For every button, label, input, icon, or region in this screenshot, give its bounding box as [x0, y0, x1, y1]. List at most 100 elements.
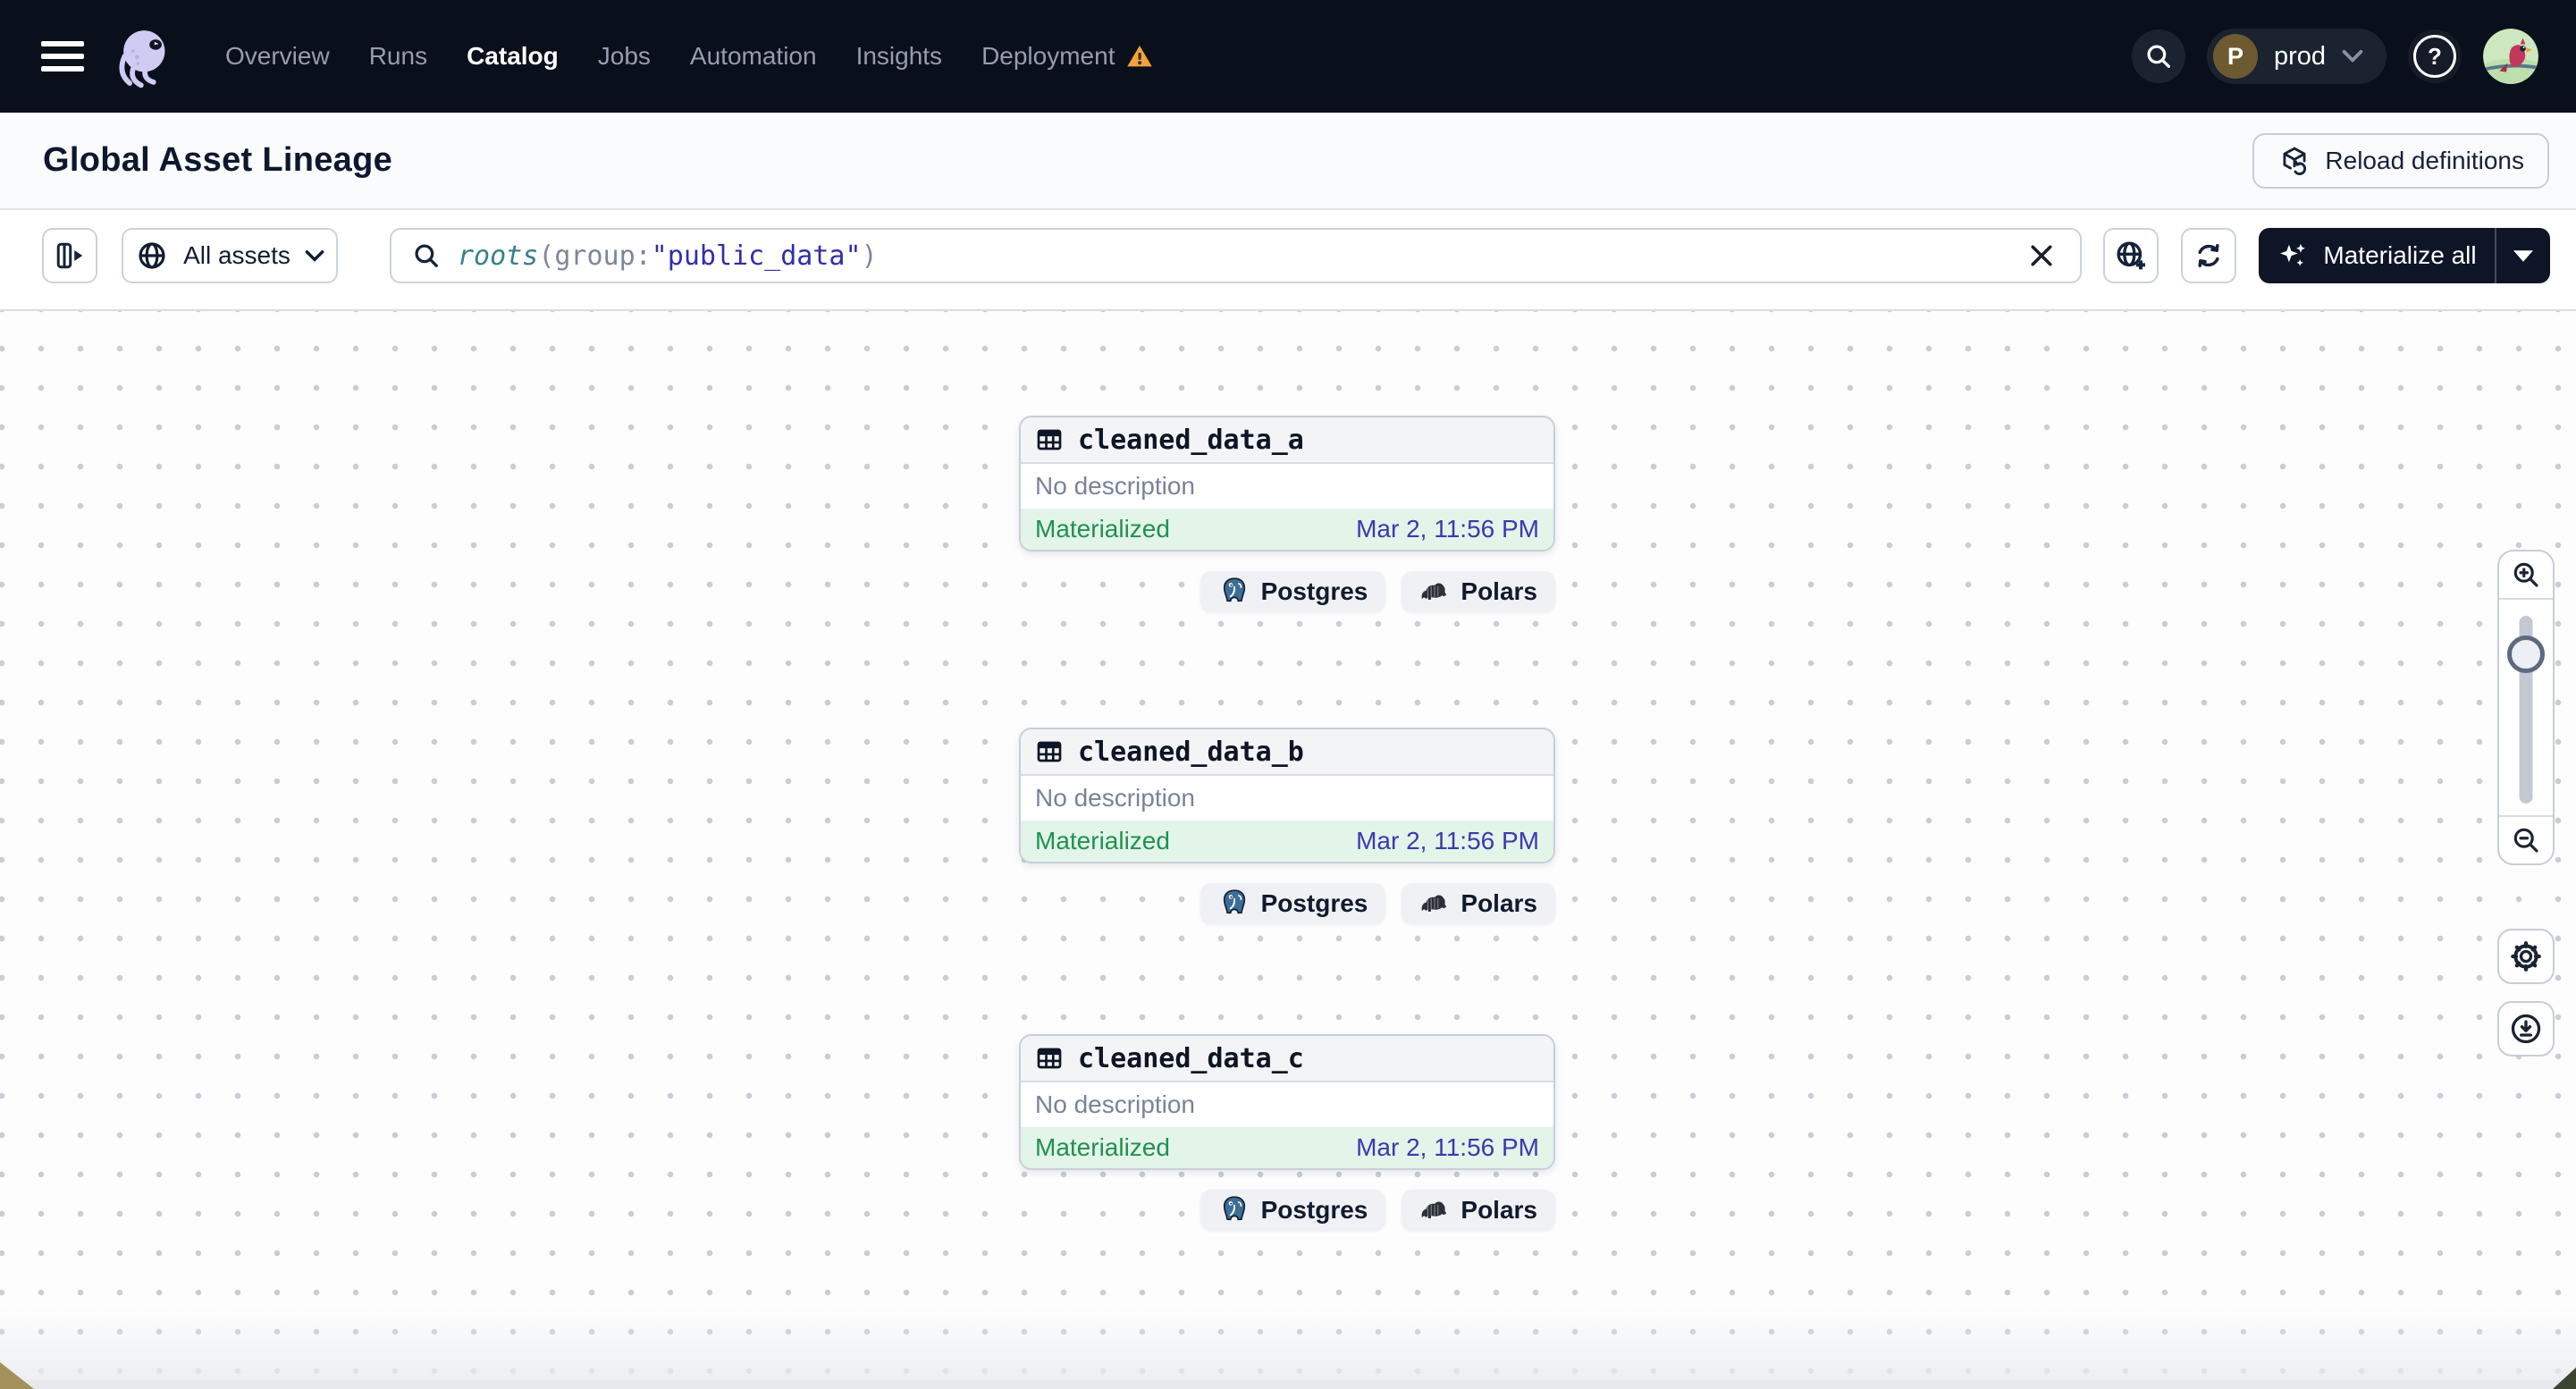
chevron-down-icon: [305, 249, 324, 263]
zoom-out-button[interactable]: [2499, 817, 2553, 863]
asset-scope-dropdown[interactable]: All assets: [122, 228, 338, 283]
user-avatar[interactable]: [2483, 29, 2538, 84]
tag-label: Polars: [1461, 1196, 1537, 1224]
asset-node-group: cleaned_data_a No description Materializ…: [1019, 416, 1555, 612]
close-icon: [2028, 242, 2055, 269]
search-icon: [411, 240, 442, 271]
asset-node-group: cleaned_data_c No description Materializ…: [1019, 1034, 1555, 1231]
zoom-control-panel: [2497, 550, 2555, 865]
asset-description: No description: [1035, 472, 1195, 500]
nav-item-insights[interactable]: Insights: [856, 42, 943, 71]
tag-postgres[interactable]: Postgres: [1200, 883, 1386, 924]
materialization-timestamp[interactable]: Mar 2, 11:56 PM: [1356, 515, 1539, 543]
polars-icon: [1419, 582, 1450, 602]
expand-sidebar-button[interactable]: [42, 228, 97, 283]
tag-postgres[interactable]: Postgres: [1200, 571, 1386, 612]
asset-status-bar: Materialized Mar 2, 11:56 PM: [1021, 509, 1553, 550]
cube-reload-icon: [2277, 144, 2311, 178]
nav-item-overview[interactable]: Overview: [225, 42, 330, 71]
asset-node-cleaned-data-a[interactable]: cleaned_data_a No description Materializ…: [1019, 416, 1555, 551]
zoom-in-icon: [2510, 559, 2542, 591]
tag-label: Postgres: [1260, 1196, 1368, 1224]
tag-polars[interactable]: Polars: [1402, 571, 1555, 612]
materialization-timestamp[interactable]: Mar 2, 11:56 PM: [1356, 1133, 1539, 1162]
query-open-paren: (: [538, 240, 555, 272]
tag-label: Postgres: [1260, 577, 1368, 605]
nav-item-jobs[interactable]: Jobs: [598, 42, 651, 71]
query-key: group:: [554, 240, 652, 272]
asset-node-cleaned-data-c[interactable]: cleaned_data_c No description Materializ…: [1019, 1034, 1555, 1170]
caret-down-icon: [2513, 249, 2533, 262]
postgres-icon: [1218, 888, 1250, 920]
graph-settings-button[interactable]: [2497, 929, 2555, 984]
warning-icon: [1125, 42, 1154, 71]
environment-switcher[interactable]: P prod: [2206, 29, 2387, 84]
asset-node-header: cleaned_data_c: [1021, 1036, 1553, 1082]
reload-definitions-label: Reload definitions: [2325, 146, 2524, 174]
tag-polars[interactable]: Polars: [1402, 1190, 1555, 1231]
status-badge: Materialized: [1035, 1133, 1170, 1161]
materialization-timestamp[interactable]: Mar 2, 11:56 PM: [1356, 827, 1539, 855]
tag-postgres[interactable]: Postgres: [1200, 1190, 1386, 1231]
query-string-value: "public_data": [651, 240, 862, 272]
asset-name: cleaned_data_b: [1078, 736, 1304, 768]
top-navbar: Overview Runs Catalog Jobs Automation In…: [0, 0, 2576, 113]
polars-icon: [1419, 894, 1450, 914]
user-avatar-bird: [2483, 29, 2538, 84]
canvas-corner-decoration-right: [2553, 1368, 2576, 1389]
global-search-button[interactable]: [2131, 29, 2185, 83]
navbar-right-cluster: P prod ?: [2131, 29, 2538, 84]
postgres-icon: [1218, 576, 1250, 608]
asset-description: No description: [1035, 784, 1195, 812]
globe-add-icon: [2113, 238, 2149, 274]
clear-query-button[interactable]: [2023, 237, 2060, 274]
refresh-button[interactable]: [2181, 228, 2236, 283]
nav-item-automation[interactable]: Automation: [690, 42, 817, 71]
materialize-all-button[interactable]: Materialize all: [2259, 228, 2495, 283]
tag-label: Polars: [1461, 889, 1537, 917]
hamburger-menu-button[interactable]: [41, 41, 84, 72]
download-image-button[interactable]: [2497, 1001, 2555, 1056]
asset-selection-input[interactable]: roots(group: "public_data"): [390, 228, 2082, 283]
asset-selection-query: roots(group: "public_data"): [458, 240, 878, 272]
download-icon: [2508, 1011, 2544, 1047]
query-close-paren: ): [861, 240, 878, 272]
nav-item-runs[interactable]: Runs: [369, 42, 427, 71]
hamburger-icon: [41, 41, 84, 46]
dagster-octopus-logo[interactable]: [109, 23, 175, 89]
environment-badge: P: [2212, 34, 2258, 79]
search-icon: [2143, 41, 2174, 72]
page-header: Global Asset Lineage Reload definitions: [0, 113, 2576, 210]
asset-scope-label: All assets: [183, 241, 290, 269]
gear-icon: [2508, 939, 2544, 974]
page-title: Global Asset Lineage: [43, 141, 393, 179]
nav-item-deployment[interactable]: Deployment: [981, 42, 1154, 71]
asset-node-header: cleaned_data_a: [1021, 417, 1553, 464]
materialize-all-split-button: Materialize all: [2259, 228, 2550, 283]
canvas-bottom-fade: [0, 1309, 2576, 1389]
materialize-all-label: Materialize all: [2323, 241, 2477, 269]
zoom-out-icon: [2510, 824, 2542, 856]
reload-definitions-button[interactable]: Reload definitions: [2252, 132, 2549, 189]
status-badge: Materialized: [1035, 515, 1170, 543]
canvas-bottom-edge: [0, 1380, 2576, 1389]
table-icon: [1035, 737, 1064, 766]
asset-node-header: cleaned_data_b: [1021, 729, 1553, 776]
asset-description: No description: [1035, 1090, 1195, 1118]
zoom-in-button[interactable]: [2499, 551, 2553, 598]
asset-status-bar: Materialized Mar 2, 11:56 PM: [1021, 821, 1553, 862]
asset-tags-row: Postgres Polars: [1019, 571, 1555, 612]
table-icon: [1035, 1044, 1064, 1073]
asset-name: cleaned_data_c: [1078, 1042, 1304, 1074]
tag-polars[interactable]: Polars: [1402, 883, 1555, 924]
asset-node-cleaned-data-b[interactable]: cleaned_data_b No description Materializ…: [1019, 728, 1555, 863]
lineage-canvas[interactable]: cleaned_data_a No description Materializ…: [0, 311, 2576, 1389]
add-external-assets-button[interactable]: [2103, 228, 2159, 283]
nav-item-catalog[interactable]: Catalog: [467, 42, 559, 71]
status-badge: Materialized: [1035, 827, 1170, 854]
materialize-options-button[interactable]: [2496, 228, 2550, 283]
zoom-slider[interactable]: [2499, 600, 2553, 815]
asset-tags-row: Postgres Polars: [1019, 883, 1555, 924]
help-button[interactable]: ?: [2408, 29, 2462, 83]
zoom-slider-thumb[interactable]: [2507, 636, 2545, 673]
